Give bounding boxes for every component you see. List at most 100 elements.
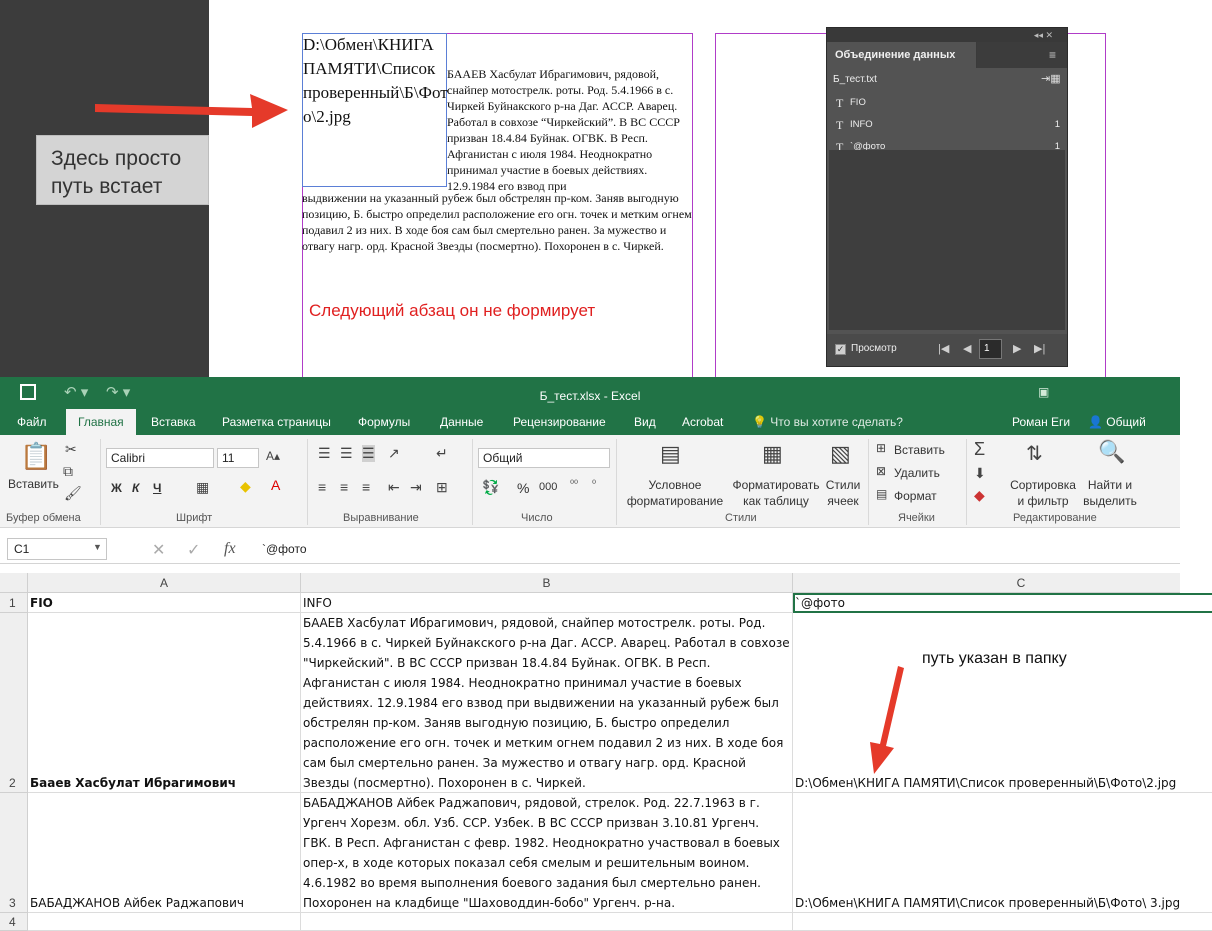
cut-icon[interactable]: ✂ [65,441,77,458]
save-icon[interactable] [20,384,36,400]
cell-c1[interactable]: `@фото [793,593,1212,613]
cell-b1[interactable]: INFO [301,593,793,613]
tab-page-layout[interactable]: Разметка страницы [222,409,331,435]
delete-cells-icon[interactable]: ⊠ [876,464,886,478]
underline-button[interactable]: Ч [153,481,161,495]
record-number-field[interactable]: 1 [979,339,1002,359]
cell-styles-icon[interactable]: ▧ [830,441,851,467]
panel-tab-title[interactable]: Объединение данных [827,42,977,68]
tab-home[interactable]: Главная [66,409,136,435]
merge-cells-icon[interactable]: ⊞ [436,479,448,496]
sort-filter-icon[interactable]: ⇅ [1026,441,1043,466]
currency-icon[interactable]: 💱 [482,479,499,496]
format-table-icon[interactable]: ▦ [762,441,783,467]
align-center-icon[interactable]: ≡ [340,479,348,495]
next-record-icon[interactable]: ▶ [1013,342,1021,355]
user-name[interactable]: Роман Еги [1012,409,1070,435]
copy-icon[interactable]: ⧉ [63,463,73,480]
font-name-select[interactable]: Calibri [106,448,214,468]
formula-input[interactable]: `@фото [262,538,307,560]
chevron-down-icon[interactable]: ▼ [93,542,102,552]
first-record-icon[interactable]: |◀ [938,342,949,355]
font-color-icon[interactable]: A [271,477,280,493]
column-header-a[interactable]: A [28,573,301,593]
cell-c3[interactable]: D:\Обмен\КНИГА ПАМЯТИ\Список проверенный… [793,793,1212,913]
row-header[interactable]: 4 [0,913,28,931]
row-header[interactable]: 3 [0,793,28,913]
panel-collapse-icon[interactable]: ◂◂ ✕ [827,28,1067,42]
align-right-icon[interactable]: ≡ [362,479,370,495]
sort-filter-button[interactable]: Сортировка и фильтр [1008,477,1078,509]
column-header-c[interactable]: C [793,573,1212,593]
cell-c4[interactable] [793,913,1212,931]
panel-menu-icon[interactable]: ≡ [1049,42,1056,68]
font-size-select[interactable]: 11 [217,448,259,468]
cancel-icon[interactable]: ✕ [152,540,165,560]
redo-icon[interactable]: ↷ ▾ [106,383,130,401]
cell-styles-button[interactable]: Стили ячеек [822,477,864,509]
paste-icon[interactable]: 📋 [20,441,52,472]
row-header[interactable]: 1 [0,593,28,613]
fill-icon[interactable]: ⬇ [974,465,986,482]
enter-icon[interactable]: ✓ [187,540,200,560]
tab-insert[interactable]: Вставка [151,409,196,435]
create-merged-document-icon[interactable]: ⇥▦ [1041,72,1061,85]
tab-review[interactable]: Рецензирование [513,409,606,435]
cell-b4[interactable] [301,913,793,931]
insert-cells-icon[interactable]: ⊞ [876,441,886,455]
format-cells-button[interactable]: Формат [894,489,937,503]
clear-icon[interactable]: ◆ [974,487,985,504]
share-button[interactable]: 👤 Общий досту [1088,409,1180,455]
last-record-icon[interactable]: ▶| [1034,342,1045,355]
fill-color-icon[interactable]: ◆ [240,478,251,495]
align-top-icon[interactable]: ☰ [318,445,331,462]
cell-a3[interactable]: БАБАДЖАНОВ Айбек Раджапович [28,793,301,913]
percent-button[interactable]: % [517,480,529,496]
grow-font-icon[interactable]: A▴ [266,449,280,463]
format-table-button[interactable]: Форматировать как таблицу [728,477,824,509]
cell-a4[interactable] [28,913,301,931]
borders-icon[interactable]: ▦ [196,479,209,496]
autosum-icon[interactable]: Σ [974,439,985,460]
preview-checkbox[interactable]: ✓ [835,344,846,355]
conditional-format-button[interactable]: Условное форматирование [620,477,730,509]
prev-record-icon[interactable]: ◀ [963,342,971,355]
insert-function-icon[interactable]: fx [224,540,236,558]
name-box[interactable]: C1 [7,538,107,560]
find-select-button[interactable]: Найти и выделить [1078,477,1142,509]
bold-button[interactable]: Ж [111,481,122,495]
field-row[interactable]: T FIO [827,92,1067,114]
number-format-select[interactable]: Общий [478,448,610,468]
cell-c2[interactable]: D:\Обмен\КНИГА ПАМЯТИ\Список проверенный… [793,613,1212,793]
row-header[interactable]: 2 [0,613,28,793]
outdent-icon[interactable]: ⇥ [410,479,422,496]
delete-cells-button[interactable]: Удалить [894,466,940,480]
tab-acrobat[interactable]: Acrobat [682,409,723,435]
field-row[interactable]: T INFO 1 [827,114,1067,136]
align-left-icon[interactable]: ≡ [318,479,326,495]
column-header-b[interactable]: B [301,573,793,593]
indent-icon[interactable]: ⇤ [388,479,400,496]
cell-b2[interactable]: БААЕВ Хасбулат Ибрагимович, рядовой, сна… [301,613,793,793]
cell-a2[interactable]: Бааев Хасбулат Ибрагимович [28,613,301,793]
tab-view[interactable]: Вид [634,409,656,435]
conditional-format-icon[interactable]: ▤ [660,441,681,467]
tab-data[interactable]: Данные [440,409,483,435]
paste-button[interactable]: Вставить [8,477,59,491]
align-bottom-icon[interactable]: ☰ [362,445,375,462]
undo-icon[interactable]: ↶ ▾ [64,383,88,401]
ribbon-display-icon[interactable]: ▣ [1038,385,1049,399]
cell-a1[interactable]: FIO [28,593,301,613]
format-painter-icon[interactable]: 🖌 [64,485,82,502]
tell-me-search[interactable]: 💡 Что вы хотите сделать? [752,409,903,435]
select-all-corner[interactable] [0,573,28,593]
insert-cells-button[interactable]: Вставить [894,443,945,457]
wrap-text-icon[interactable]: ↵ [436,445,448,462]
format-cells-icon[interactable]: ▤ [876,487,887,501]
tab-file[interactable]: Файл [17,409,47,435]
cell-b3[interactable]: БАБАДЖАНОВ Айбек Раджапович, рядовой, ст… [301,793,793,913]
align-middle-icon[interactable]: ☰ [340,445,353,462]
orientation-icon[interactable]: ↗ [388,445,400,462]
thousands-button[interactable]: 000 [539,481,557,493]
find-icon[interactable]: 🔍 [1098,439,1125,465]
